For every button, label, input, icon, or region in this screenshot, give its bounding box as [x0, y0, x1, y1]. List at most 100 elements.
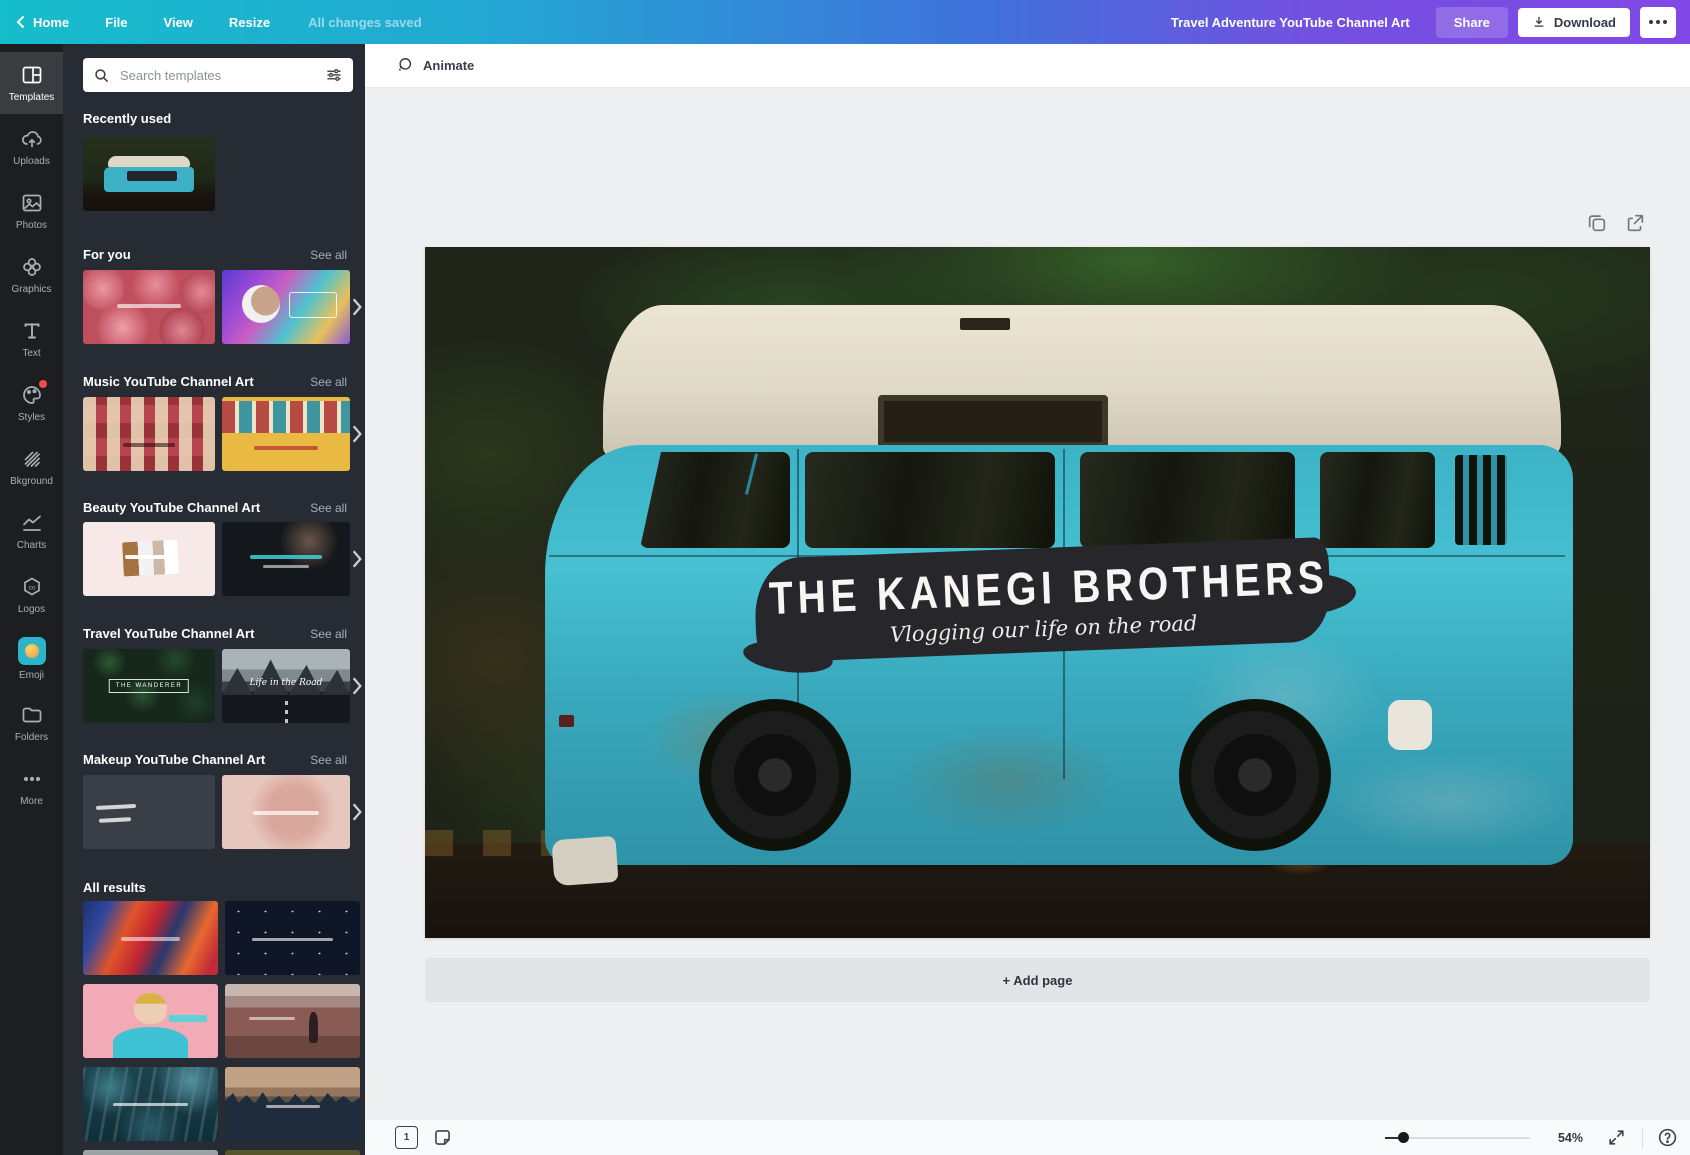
templates-panel: Recently used For you See all Music YouT… — [63, 44, 365, 1155]
svg-text:co: co — [28, 584, 35, 591]
thumbnail-text: Life in the Road — [250, 678, 323, 688]
photos-icon — [20, 191, 44, 215]
section-title-travel: Travel YouTube Channel Art — [83, 626, 254, 641]
thumbnail-makeup-portrait[interactable] — [83, 775, 215, 849]
duplicate-icon[interactable] — [1586, 212, 1608, 234]
section-title-music: Music YouTube Channel Art — [83, 374, 254, 389]
page-actions — [1586, 212, 1646, 234]
sidebar-item-emoji[interactable]: Emoji — [0, 628, 63, 690]
line-chart-icon — [20, 511, 44, 535]
sidebar-item-text[interactable]: Text — [0, 308, 63, 370]
magnifier-icon — [93, 67, 110, 84]
logos-hexagon-icon: co — [20, 575, 44, 599]
sidebar-item-charts[interactable]: Charts — [0, 500, 63, 562]
help-icon[interactable] — [1657, 1127, 1678, 1148]
home-label: Home — [33, 15, 69, 30]
animate-icon — [395, 56, 414, 75]
thumbnail-result-pink-portrait[interactable] — [83, 984, 218, 1058]
document-title[interactable]: Travel Adventure YouTube Channel Art — [1171, 15, 1410, 30]
bus-body — [545, 445, 1573, 865]
search-bar — [83, 58, 353, 92]
thumbnail-music-red-cassettes[interactable] — [83, 397, 215, 471]
section-chevron-right-icon[interactable] — [351, 424, 363, 444]
sidebar-item-background[interactable]: Bkground — [0, 436, 63, 498]
add-page-button[interactable]: + Add page — [425, 958, 1650, 1002]
topbar-right: Travel Adventure YouTube Channel Art Sha… — [1171, 7, 1690, 38]
thumbnail-result-partial[interactable] — [225, 1150, 360, 1155]
back-chevron-icon — [16, 15, 25, 29]
thumbnail-result-field[interactable] — [225, 984, 360, 1058]
zoom-percent: 54% — [1558, 1131, 1583, 1145]
thumbnail-beauty-collage[interactable] — [83, 522, 215, 596]
section-title-all-results: All results — [83, 880, 146, 895]
ellipsis-icon — [1649, 20, 1653, 24]
thumbnail-roses[interactable] — [83, 270, 215, 344]
roof-window — [878, 395, 1108, 448]
thumbnail-result-ocean[interactable] — [83, 1067, 218, 1141]
sidebar-item-graphics[interactable]: Graphics — [0, 244, 63, 306]
thumbnail-result-night-sky[interactable] — [225, 901, 360, 975]
see-all-makeup[interactable]: See all — [310, 753, 347, 767]
thumbnail-gradient-portrait[interactable] — [222, 270, 350, 344]
sidebar-item-templates[interactable]: Templates — [0, 52, 63, 114]
thumbnail-result-partial[interactable] — [83, 1150, 218, 1155]
share-export-icon[interactable] — [1624, 212, 1646, 234]
thumbnail-text: THE WANDERER — [109, 679, 189, 693]
section-title-recently-used: Recently used — [83, 111, 171, 126]
more-dots-icon — [20, 767, 44, 791]
section-title-makeup: Makeup YouTube Channel Art — [83, 752, 265, 767]
sidebar-rail: Templates Uploads Photos Graphics Text S… — [0, 44, 63, 1155]
sidebar-item-photos[interactable]: Photos — [0, 180, 63, 242]
brush-stroke-banner[interactable]: THE KANEGI BROTHERS Vlogging our life on… — [753, 537, 1332, 663]
download-label: Download — [1554, 15, 1616, 30]
download-button[interactable]: Download — [1518, 8, 1630, 37]
background-stripes-icon — [20, 447, 44, 471]
status-bar: 1 54% — [365, 1119, 1690, 1155]
search-input[interactable] — [118, 67, 325, 84]
expand-icon[interactable] — [1607, 1128, 1626, 1147]
more-options-button[interactable] — [1640, 7, 1676, 38]
filter-sliders-icon[interactable] — [325, 66, 343, 84]
sidebar-item-uploads[interactable]: Uploads — [0, 116, 63, 178]
see-all-travel[interactable]: See all — [310, 627, 347, 641]
front-wheel — [711, 711, 839, 839]
menu-resize[interactable]: Resize — [229, 15, 270, 30]
menu-view[interactable]: View — [164, 15, 193, 30]
see-all-for-you[interactable]: See all — [310, 248, 347, 262]
menu-file[interactable]: File — [105, 15, 127, 30]
animate-button[interactable]: Animate — [395, 56, 474, 75]
thumbnail-beauty-portrait[interactable] — [222, 522, 350, 596]
zoom-slider-knob[interactable] — [1398, 1132, 1409, 1143]
see-all-music[interactable]: See all — [310, 375, 347, 389]
thumbnail-travel-road[interactable]: Life in the Road — [222, 649, 350, 723]
text-icon — [20, 319, 44, 343]
sidebar-item-folders[interactable]: Folders — [0, 692, 63, 754]
top-bar: Home File View Resize All changes saved … — [0, 0, 1690, 44]
section-chevron-right-icon[interactable] — [351, 297, 363, 317]
thumbnail-result-forest-silhouette[interactable] — [225, 1067, 360, 1141]
shapes-icon — [20, 255, 44, 279]
rear-wheel — [1191, 711, 1319, 839]
thumbnail-music-yellow-cassettes[interactable] — [222, 397, 350, 471]
thumbnail-makeup-lips[interactable] — [222, 775, 350, 849]
sidebar-item-styles[interactable]: Styles — [0, 372, 63, 434]
notes-icon[interactable] — [432, 1127, 453, 1148]
design-page[interactable]: THE KANEGI BROTHERS Vlogging our life on… — [425, 247, 1650, 938]
sidebar-item-logos[interactable]: co Logos — [0, 564, 63, 626]
autosave-status: All changes saved — [308, 15, 421, 30]
canva-editor: Home File View Resize All changes saved … — [0, 0, 1690, 1155]
section-chevron-right-icon[interactable] — [351, 802, 363, 822]
page-number-icon[interactable]: 1 — [395, 1126, 418, 1149]
see-all-beauty[interactable]: See all — [310, 501, 347, 515]
section-chevron-right-icon[interactable] — [351, 549, 363, 569]
zoom-slider[interactable] — [1385, 1131, 1530, 1145]
thumbnail-recently-used-bus[interactable] — [83, 137, 215, 211]
home-button[interactable]: Home — [16, 15, 69, 30]
section-chevron-right-icon[interactable] — [351, 676, 363, 696]
thumbnail-travel-wanderer[interactable]: THE WANDERER — [83, 649, 215, 723]
animate-label: Animate — [423, 58, 474, 73]
share-button[interactable]: Share — [1436, 7, 1508, 38]
thumbnail-result-marble[interactable] — [83, 901, 218, 975]
sidebar-item-more[interactable]: More — [0, 756, 63, 818]
section-title-for-you: For you — [83, 247, 131, 262]
